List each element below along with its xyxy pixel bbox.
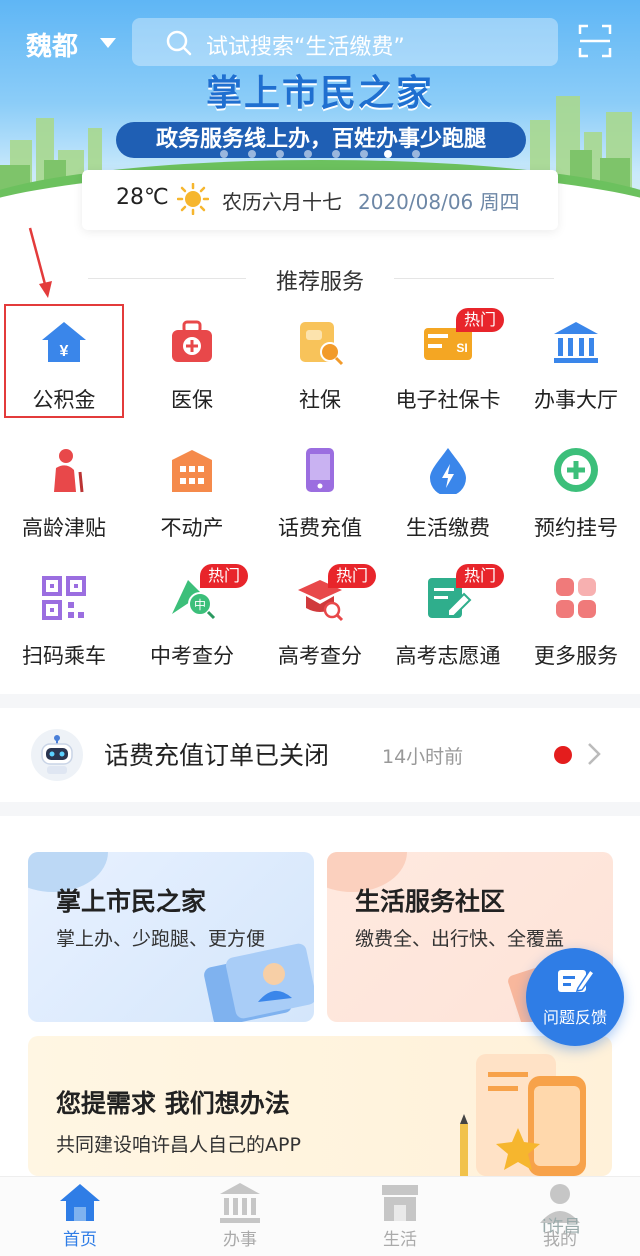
- sun-icon: [177, 183, 209, 215]
- service-label: 不动产: [160, 516, 224, 540]
- service-label: 中考查分: [150, 644, 234, 668]
- banner-subtitle: 政务服务线上办，百姓办事少跑腿: [116, 122, 526, 158]
- service-label: 医保: [171, 388, 213, 412]
- feedback-label: 问题反馈: [542, 1008, 607, 1027]
- notice-time: 14小时前: [382, 746, 464, 768]
- building-icon: [172, 450, 212, 492]
- service-label: 高考志愿通: [395, 644, 501, 668]
- chevron-down-icon[interactable]: [100, 38, 116, 48]
- service-label: 话费充值: [278, 516, 362, 540]
- medical-kit-icon: [172, 320, 212, 362]
- search-input[interactable]: 试试搜索“生活缴费”: [132, 18, 558, 66]
- elderly-icon: [54, 449, 84, 493]
- section-gap: [0, 694, 640, 708]
- divider: [394, 278, 554, 279]
- red-arrow-annotation: [28, 227, 52, 298]
- hall-icon: [554, 322, 598, 363]
- plus-circle-icon: [554, 448, 598, 492]
- search-icon: [166, 30, 192, 56]
- phone-icon: [306, 448, 334, 492]
- service-label: 社保: [299, 388, 341, 412]
- service-item-social-security[interactable]: 社保: [256, 300, 384, 420]
- tab-affairs[interactable]: 办事: [160, 1177, 320, 1256]
- card-title: 掌上市民之家: [56, 887, 207, 916]
- service-item-utility-payment[interactable]: 生活缴费: [384, 428, 512, 548]
- grid-more-icon: [556, 578, 596, 618]
- hot-badge: 热门: [328, 564, 376, 588]
- service-label: 公积金: [32, 388, 96, 412]
- feedback-button[interactable]: 问题反馈: [526, 948, 624, 1046]
- tab-label: 生活: [383, 1230, 417, 1250]
- home-icon: [60, 1184, 100, 1221]
- chevron-right-icon[interactable]: [586, 741, 602, 767]
- service-label: 更多服务: [534, 644, 618, 668]
- service-item-service-hall[interactable]: 办事大厅: [512, 300, 640, 420]
- notice-text: 话费充值订单已关闭: [104, 741, 330, 770]
- service-item-medical-insurance[interactable]: 医保: [128, 300, 256, 420]
- card-title: 生活服务社区: [355, 887, 506, 916]
- service-item-real-estate[interactable]: 不动产: [128, 428, 256, 548]
- service-item-gaokao-volunteer[interactable]: 热门 高考志愿通: [384, 556, 512, 676]
- tab-home[interactable]: 首页: [0, 1177, 160, 1256]
- date-text: 2020/08/06 周四: [358, 190, 520, 214]
- tab-label: 办事: [223, 1230, 257, 1250]
- house-yen-icon: ¥: [42, 322, 86, 362]
- banner-title: 掌上市民之家: [205, 73, 434, 114]
- service-item-registration[interactable]: 预约挂号: [512, 428, 640, 548]
- service-label: 预约挂号: [534, 516, 618, 540]
- hot-badge: 热门: [456, 308, 504, 332]
- service-label: 生活缴费: [406, 516, 490, 540]
- store-icon: [382, 1185, 418, 1221]
- service-item-more[interactable]: 更多服务: [512, 556, 640, 676]
- svg-text:中: 中: [194, 597, 206, 612]
- svg-text:¥: ¥: [60, 343, 69, 360]
- service-item-phone-recharge[interactable]: 话费充值: [256, 428, 384, 548]
- svg-text:SI: SI: [456, 341, 467, 355]
- card-title: 您提需求 我们想办法: [56, 1089, 290, 1118]
- robot-icon: [31, 729, 83, 781]
- service-item-gaokao-score[interactable]: 热门 高考查分: [256, 556, 384, 676]
- id-card-illustration: [204, 943, 314, 1022]
- social-security-icon: [300, 322, 344, 366]
- qr-icon: [42, 576, 86, 620]
- drop-bolt-icon: [430, 448, 466, 494]
- hot-badge: 热门: [456, 564, 504, 588]
- notification-bar[interactable]: 话费充值订单已关闭 14小时前: [0, 708, 640, 802]
- scan-icon[interactable]: [578, 24, 612, 58]
- edit-icon: [558, 968, 594, 992]
- service-label: 高龄津贴: [22, 516, 106, 540]
- card-subtitle: 缴费全、出行快、全覆盖: [355, 928, 565, 950]
- recommended-header: 推荐服务: [0, 258, 640, 298]
- service-item-elderly-allowance[interactable]: 高龄津贴: [0, 428, 128, 548]
- tab-life[interactable]: 生活: [320, 1177, 480, 1256]
- service-label: 办事大厅: [534, 388, 618, 412]
- card-citizen-home[interactable]: 掌上市民之家 掌上办、少跑腿、更方便: [28, 852, 314, 1022]
- temperature: 28℃: [116, 185, 169, 210]
- card-feedback-banner[interactable]: 您提需求 我们想办法 共同建设咱许昌人自己的APP: [28, 1036, 612, 1176]
- card-subtitle: 共同建设咱许昌人自己的APP: [56, 1134, 301, 1156]
- service-item-housing-fund[interactable]: ¥ 公积金: [0, 300, 128, 420]
- hall-icon: [220, 1183, 260, 1223]
- search-placeholder: 试试搜索“生活缴费”: [206, 35, 405, 60]
- service-label: 扫码乘车: [22, 644, 106, 668]
- weather-card: 28℃ 农历六月十七 2020/08/06 周四: [82, 170, 558, 230]
- service-item-zhongkao-score[interactable]: 中 热门 中考查分: [128, 556, 256, 676]
- service-label: 高考查分: [278, 644, 362, 668]
- hot-badge: 热门: [200, 564, 248, 588]
- watermark: i许昌: [542, 1217, 581, 1237]
- lunar-date: 农历六月十七: [222, 190, 342, 214]
- unread-dot: [554, 746, 572, 764]
- top-bar: 魏都 试试搜索“生活缴费”: [0, 18, 640, 68]
- phone-star-illustration: [460, 1054, 586, 1176]
- city-selector[interactable]: 魏都: [26, 26, 78, 63]
- service-label: 电子社保卡: [395, 388, 501, 412]
- section-title: 推荐服务: [275, 270, 364, 295]
- service-item-e-card[interactable]: SI 热门 电子社保卡: [384, 300, 512, 420]
- section-gap: [0, 802, 640, 816]
- tab-label: 首页: [63, 1230, 97, 1250]
- service-item-scan-ride[interactable]: 扫码乘车: [0, 556, 128, 676]
